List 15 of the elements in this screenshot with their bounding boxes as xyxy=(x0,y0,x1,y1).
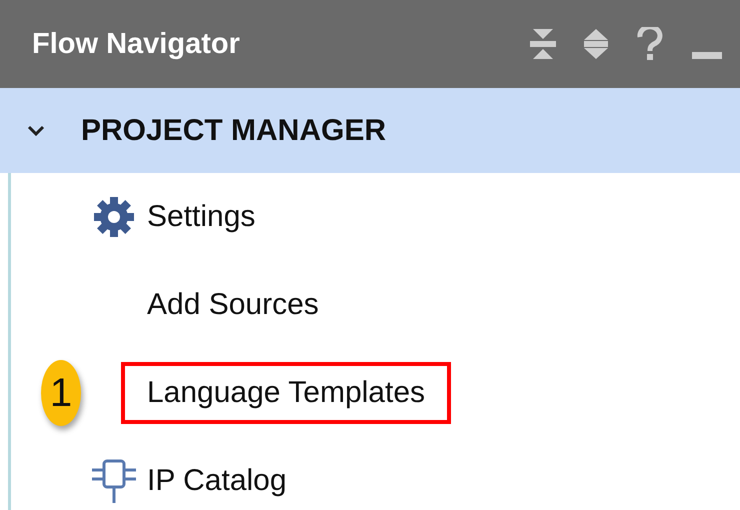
collapse-all-icon[interactable] xyxy=(530,28,556,60)
step-number-badge: 1 xyxy=(41,360,81,426)
chevron-down-icon[interactable] xyxy=(27,124,45,136)
navigator-item[interactable]: Settings xyxy=(121,186,282,248)
expand-all-icon[interactable] xyxy=(584,28,608,60)
navigator-item[interactable]: Add Sources xyxy=(121,274,345,336)
section-title: PROJECT MANAGER xyxy=(81,114,386,148)
section-header[interactable]: PROJECT MANAGER xyxy=(0,88,740,173)
chip-icon xyxy=(92,459,136,503)
minimize-icon[interactable] xyxy=(692,52,722,58)
navigator-item[interactable]: IP Catalog xyxy=(121,450,313,510)
panel-title: Flow Navigator xyxy=(32,28,240,60)
navigator-item[interactable]: Language Templates xyxy=(121,362,451,424)
gear-icon xyxy=(93,196,135,238)
help-icon[interactable] xyxy=(636,27,664,61)
